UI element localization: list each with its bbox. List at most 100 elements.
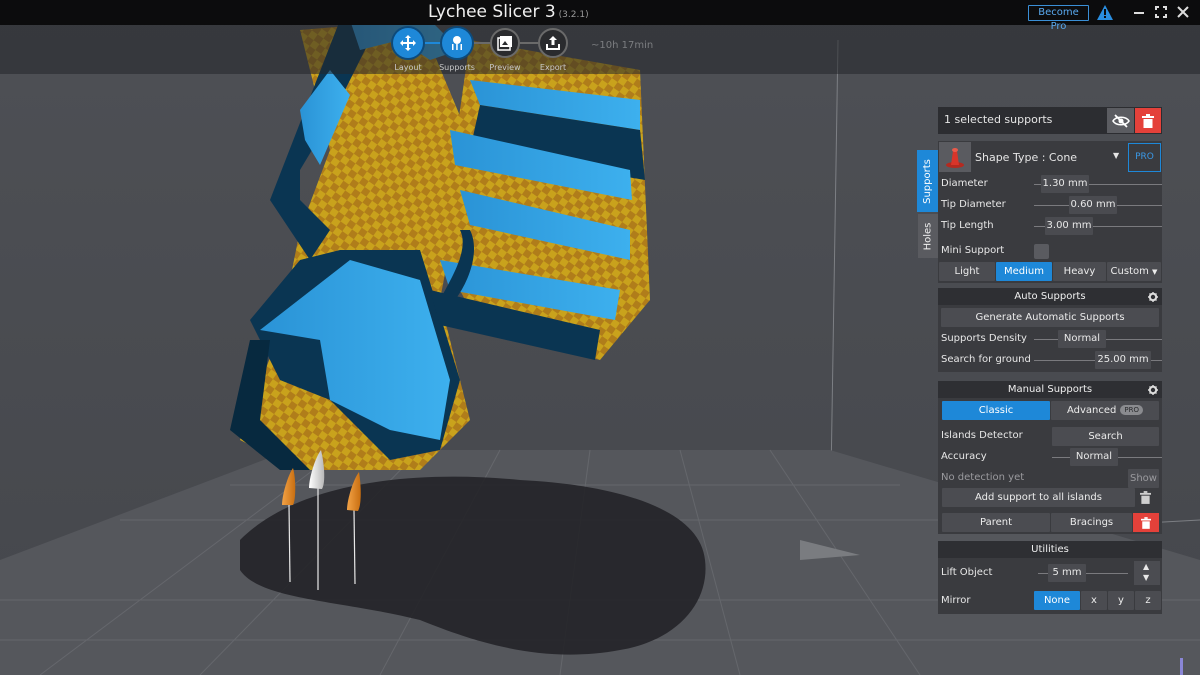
mirror-x-button[interactable]: x <box>1081 591 1107 610</box>
utilities-header: Utilities <box>938 541 1162 558</box>
title-bar: Lychee Slicer 3 (3.2.1) Become Pro <box>0 0 1200 32</box>
cone-icon <box>939 142 971 172</box>
app-title-text: Lychee Slicer 3 <box>428 2 556 22</box>
shape-type-dropdown[interactable]: Shape Type : Cone ▼ <box>972 142 1125 172</box>
tip-length-value[interactable]: 3.00 mm <box>1045 217 1093 235</box>
density-row: Supports Density Normal <box>938 329 1162 349</box>
diameter-row: Diameter 1.30 mm <box>938 174 1162 194</box>
ground-row: Search for ground 25.00 mm <box>938 350 1162 370</box>
mirror-none-button[interactable]: None <box>1034 591 1080 610</box>
preset-heavy-button[interactable]: Heavy <box>1053 262 1106 281</box>
advanced-mode-button[interactable]: Advanced PRO <box>1051 401 1159 420</box>
chevron-down-icon: ▼ <box>1152 268 1158 276</box>
step-layout-button[interactable] <box>393 28 423 58</box>
utilities-panel: Utilities Lift Object 5 mm ▲ ▼ Mirror No… <box>938 541 1162 614</box>
shape-pro-button[interactable]: PRO <box>1128 143 1161 172</box>
classic-mode-button[interactable]: Classic <box>942 401 1050 420</box>
generate-supports-button[interactable]: Generate Automatic Supports <box>941 308 1159 327</box>
tab-supports-label: Supports <box>922 158 933 204</box>
lift-stepper[interactable]: ▲ ▼ <box>1134 561 1160 585</box>
preview-icon <box>497 36 512 51</box>
delete-bracings-button[interactable] <box>1133 513 1159 532</box>
density-value[interactable]: Normal <box>1058 330 1106 348</box>
bracings-button[interactable]: Bracings <box>1051 513 1132 532</box>
pro-badge: PRO <box>1120 405 1143 415</box>
chevron-down-icon: ▼ <box>1113 151 1120 160</box>
manual-supports-panel: Manual Supports Classic Advanced PRO Isla… <box>938 381 1162 534</box>
diameter-value[interactable]: 1.30 mm <box>1041 175 1089 193</box>
step-preview-button[interactable] <box>490 28 520 58</box>
ground-value[interactable]: 25.00 mm <box>1095 351 1151 369</box>
auto-supports-panel: Auto Supports Generate Automatic Support… <box>938 288 1162 372</box>
detection-row: No detection yet Show <box>938 468 1162 488</box>
trash-icon <box>1141 516 1151 529</box>
step-supports-button[interactable] <box>442 28 472 58</box>
mirror-y-button[interactable]: y <box>1108 591 1134 610</box>
eye-off-icon <box>1111 113 1130 128</box>
tip-diameter-label: Tip Diameter <box>941 199 1006 210</box>
lift-value[interactable]: 5 mm <box>1048 564 1086 582</box>
mirror-z-button[interactable]: z <box>1135 591 1161 610</box>
accuracy-value[interactable]: Normal <box>1070 448 1118 466</box>
detection-status: No detection yet <box>941 472 1025 483</box>
selection-title: 1 selected supports <box>944 113 1053 126</box>
tip-diameter-value[interactable]: 0.60 mm <box>1069 196 1117 214</box>
tip-length-row: Tip Length 3.00 mm <box>938 216 1162 236</box>
islands-row: Islands Detector Search <box>938 426 1162 446</box>
step-label: Export <box>539 63 567 72</box>
layout-icon <box>400 35 416 51</box>
islands-label: Islands Detector <box>941 430 1023 441</box>
mini-support-label: Mini Support <box>941 245 1005 256</box>
step-export-button[interactable] <box>538 28 568 58</box>
lift-label: Lift Object <box>941 567 993 578</box>
add-islands-support-button[interactable]: Add support to all islands <box>942 488 1135 507</box>
become-pro-button[interactable]: Become Pro <box>1028 5 1089 32</box>
print-time: ~10h 17min <box>591 40 654 51</box>
islands-search-button[interactable]: Search <box>1052 427 1159 446</box>
minimize-icon[interactable] <box>1131 4 1147 20</box>
export-icon <box>546 36 560 50</box>
mini-support-row: Mini Support <box>938 241 1162 261</box>
trash-icon[interactable] <box>1140 491 1151 504</box>
preset-medium-button[interactable]: Medium <box>996 262 1052 281</box>
tab-holes-label: Holes <box>922 222 934 250</box>
shape-panel: Shape Type : Cone ▼ PRO Diameter 1.30 mm… <box>938 141 1162 283</box>
tip-diameter-row: Tip Diameter 0.60 mm <box>938 195 1162 215</box>
mirror-label: Mirror <box>941 595 971 606</box>
preset-light-button[interactable]: Light <box>939 262 995 281</box>
supports-icon <box>452 36 462 50</box>
manual-supports-header: Manual Supports <box>938 381 1162 398</box>
gear-icon[interactable] <box>1148 292 1158 302</box>
auto-supports-header: Auto Supports <box>938 288 1162 305</box>
lift-row: Lift Object 5 mm ▲ ▼ <box>938 561 1162 585</box>
step-connector <box>470 42 492 44</box>
delete-selection-button[interactable] <box>1135 108 1161 133</box>
accuracy-row: Accuracy Normal <box>938 447 1162 467</box>
tab-holes[interactable]: Holes <box>918 214 938 258</box>
tip-length-label: Tip Length <box>941 220 994 231</box>
maximize-icon[interactable] <box>1153 4 1169 20</box>
parent-button[interactable]: Parent <box>942 513 1050 532</box>
diameter-label: Diameter <box>941 178 988 189</box>
close-icon[interactable] <box>1175 4 1191 20</box>
warning-icon[interactable] <box>1097 5 1113 20</box>
shape-type-label: Shape Type : Cone <box>975 151 1078 164</box>
selection-header: 1 selected supports <box>938 107 1162 134</box>
tab-supports[interactable]: Supports <box>917 150 938 212</box>
ground-label: Search for ground <box>941 354 1031 365</box>
show-islands-button[interactable]: Show <box>1128 469 1159 488</box>
chevron-down-icon[interactable]: ▼ <box>1143 573 1149 582</box>
density-label: Supports Density <box>941 333 1027 344</box>
hide-selection-button[interactable] <box>1107 108 1134 133</box>
preset-custom-dropdown[interactable]: Custom ▼ <box>1107 262 1161 281</box>
advanced-label: Advanced <box>1066 405 1117 416</box>
mirror-row: Mirror None x y z <box>938 591 1162 611</box>
app-version: (3.2.1) <box>558 10 589 20</box>
accuracy-label: Accuracy <box>941 451 987 462</box>
gear-icon[interactable] <box>1148 385 1158 395</box>
preset-custom-label: Custom <box>1110 266 1149 277</box>
chevron-up-icon[interactable]: ▲ <box>1143 562 1149 571</box>
mini-support-checkbox[interactable] <box>1034 244 1049 259</box>
app-title: Lychee Slicer 3 (3.2.1) <box>428 2 589 22</box>
trash-icon <box>1142 113 1154 128</box>
